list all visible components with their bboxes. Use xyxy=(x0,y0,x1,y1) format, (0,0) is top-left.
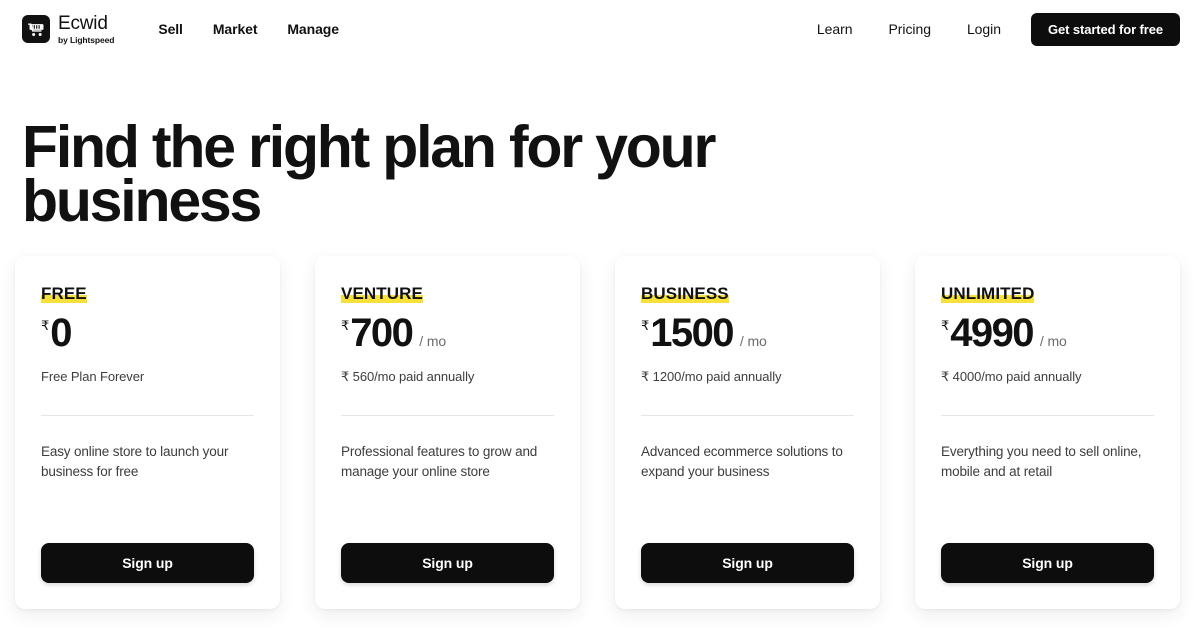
plan-card-free: FREE ₹ 0 Free Plan Forever Easy online s… xyxy=(15,256,280,609)
main-nav: Sell Market Manage xyxy=(158,21,339,37)
hero-section: Find the right plan for your business xyxy=(0,58,1200,228)
plan-description: Professional features to grow and manage… xyxy=(341,442,554,481)
price-period: / mo xyxy=(419,334,446,348)
plan-name: UNLIMITED xyxy=(941,284,1034,303)
currency-symbol: ₹ xyxy=(941,319,949,332)
annual-price-note: ₹ 1200/mo paid annually xyxy=(641,369,854,385)
plan-card-venture: VENTURE ₹ 700 / mo ₹ 560/mo paid annuall… xyxy=(315,256,580,609)
sign-up-button[interactable]: Sign up xyxy=(941,543,1154,583)
price-period: / mo xyxy=(740,334,767,348)
annual-price-note: Free Plan Forever xyxy=(41,369,254,385)
brand-name: Ecwid xyxy=(58,14,114,34)
price-amount: 700 xyxy=(350,314,412,352)
nav-item-login[interactable]: Login xyxy=(967,21,1001,37)
brand-subtitle: by Lightspeed xyxy=(58,35,114,45)
annual-price-note: ₹ 4000/mo paid annually xyxy=(941,369,1154,385)
pricing-plans: FREE ₹ 0 Free Plan Forever Easy online s… xyxy=(0,228,1200,609)
plan-price: ₹ 1500 / mo xyxy=(641,314,854,352)
plan-name-badge: FREE xyxy=(41,284,87,303)
site-header: Ecwid by Lightspeed Sell Market Manage L… xyxy=(0,0,1200,58)
plan-name-badge: BUSINESS xyxy=(641,284,729,303)
sign-up-button[interactable]: Sign up xyxy=(341,543,554,583)
plan-price: ₹ 700 / mo xyxy=(341,314,554,352)
divider xyxy=(941,415,1154,416)
brand-logo[interactable]: Ecwid by Lightspeed xyxy=(22,14,114,45)
sign-up-button[interactable]: Sign up xyxy=(641,543,854,583)
price-amount: 4990 xyxy=(950,314,1033,352)
plan-name: FREE xyxy=(41,284,87,303)
plan-name-badge: UNLIMITED xyxy=(941,284,1034,303)
get-started-button[interactable]: Get started for free xyxy=(1031,13,1180,46)
brand-text: Ecwid by Lightspeed xyxy=(58,14,114,45)
currency-symbol: ₹ xyxy=(341,319,349,332)
header-utility-nav: Learn Pricing Login Get started for free xyxy=(817,13,1180,46)
nav-item-pricing[interactable]: Pricing xyxy=(888,21,930,37)
nav-item-manage[interactable]: Manage xyxy=(287,21,339,37)
plan-name: BUSINESS xyxy=(641,284,729,303)
nav-item-learn[interactable]: Learn xyxy=(817,21,853,37)
price-period: / mo xyxy=(1040,334,1067,348)
plan-name-badge: VENTURE xyxy=(341,284,423,303)
plan-card-unlimited: UNLIMITED ₹ 4990 / mo ₹ 4000/mo paid ann… xyxy=(915,256,1180,609)
nav-item-market[interactable]: Market xyxy=(213,21,258,37)
nav-item-sell[interactable]: Sell xyxy=(158,21,183,37)
plan-description: Easy online store to launch your busines… xyxy=(41,442,254,481)
plan-name: VENTURE xyxy=(341,284,423,303)
plan-price: ₹ 4990 / mo xyxy=(941,314,1154,352)
plan-price: ₹ 0 xyxy=(41,314,254,352)
currency-symbol: ₹ xyxy=(41,319,49,332)
price-amount: 0 xyxy=(50,314,71,352)
plan-description: Everything you need to sell online, mobi… xyxy=(941,442,1154,481)
divider xyxy=(641,415,854,416)
currency-symbol: ₹ xyxy=(641,319,649,332)
price-amount: 1500 xyxy=(650,314,733,352)
annual-price-note: ₹ 560/mo paid annually xyxy=(341,369,554,385)
plan-description: Advanced ecommerce solutions to expand y… xyxy=(641,442,854,481)
page-title: Find the right plan for your business xyxy=(22,120,802,228)
sign-up-button[interactable]: Sign up xyxy=(41,543,254,583)
shopping-cart-icon xyxy=(22,15,50,43)
divider xyxy=(41,415,254,416)
plan-card-business: BUSINESS ₹ 1500 / mo ₹ 1200/mo paid annu… xyxy=(615,256,880,609)
divider xyxy=(341,415,554,416)
